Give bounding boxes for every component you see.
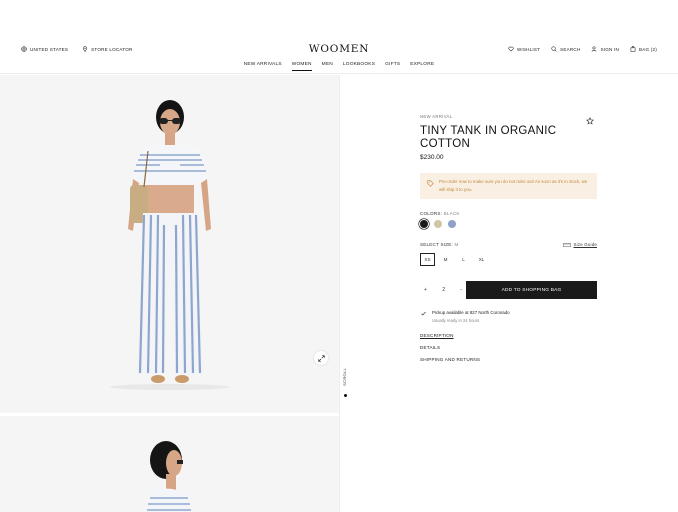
size-guide-link[interactable]: Size Guide bbox=[562, 242, 597, 247]
product-title: TINY TANK IN ORGANIC COTTON bbox=[420, 125, 557, 150]
add-to-bag-button[interactable]: ADD TO SHOPPING BAG bbox=[466, 281, 597, 299]
size-row: SELECT SIZE: M Size Guide bbox=[420, 242, 597, 247]
qty-increase-button[interactable]: + bbox=[424, 287, 427, 293]
pickup-info: Pickup available at 827 North Coronado U… bbox=[420, 310, 597, 323]
details-link[interactable]: DETAILS bbox=[420, 345, 597, 350]
preorder-text: Pre-order now to make sure you do not mi… bbox=[439, 179, 588, 192]
nav-men[interactable]: MEN bbox=[322, 62, 333, 71]
description-link[interactable]: DESCRIPTION bbox=[420, 333, 597, 338]
size-value: M bbox=[454, 242, 459, 247]
size-guide-label: Size Guide bbox=[573, 242, 597, 247]
purchase-row: + 2 - ADD TO SHOPPING BAG bbox=[420, 281, 597, 299]
star-icon[interactable] bbox=[586, 117, 594, 125]
nav-women[interactable]: WOMEN bbox=[291, 62, 312, 71]
expand-icon bbox=[317, 354, 325, 362]
qty-value: 2 bbox=[442, 287, 446, 293]
preorder-notice: Pre-order now to make sure you do not mi… bbox=[420, 173, 597, 199]
size-options: XS M L XL bbox=[420, 253, 597, 266]
product-photo-side bbox=[0, 416, 339, 512]
pickup-time: Usually ready in 24 hours bbox=[432, 318, 480, 323]
tag-icon bbox=[427, 180, 434, 187]
colors-label: COLORS: bbox=[420, 211, 443, 216]
expand-image-button[interactable] bbox=[314, 351, 328, 365]
colors-row: COLORS: BLACK bbox=[420, 211, 597, 216]
scroll-dot bbox=[344, 394, 347, 397]
column-divider bbox=[339, 75, 340, 512]
wishlist-label: WISHLIST bbox=[516, 46, 541, 52]
product-info: NEW ARRIVAL TINY TANK IN ORGANIC COTTON … bbox=[420, 114, 597, 369]
swatch-blue[interactable] bbox=[448, 220, 456, 228]
color-swatches bbox=[420, 220, 597, 228]
nav-lookbooks[interactable]: LOOKBOOKS bbox=[343, 62, 375, 71]
quantity-stepper: + 2 - bbox=[420, 281, 466, 299]
product-gallery bbox=[0, 75, 339, 512]
search-icon bbox=[551, 46, 557, 52]
swatch-black[interactable] bbox=[420, 220, 428, 228]
sign-in-label: SIGN IN bbox=[600, 46, 619, 52]
scroll-indicator: SCROLL bbox=[341, 368, 349, 400]
pickup-location: Pickup available at 827 North Coronado bbox=[432, 310, 510, 315]
nav-explore[interactable]: EXPLORE bbox=[410, 62, 434, 71]
size-xs[interactable]: XS bbox=[420, 253, 435, 266]
swatch-beige[interactable] bbox=[434, 220, 442, 228]
bag-link[interactable]: BAG (2) bbox=[630, 46, 657, 52]
bag-icon bbox=[630, 46, 636, 52]
size-l[interactable]: L bbox=[456, 253, 471, 266]
user-icon bbox=[592, 46, 597, 52]
shipping-returns-link[interactable]: SHIPPING AND RETURNS bbox=[420, 357, 597, 362]
search-button[interactable]: SEARCH bbox=[551, 46, 580, 52]
ruler-icon bbox=[562, 242, 571, 247]
search-label: SEARCH bbox=[560, 46, 581, 52]
product-eyebrow: NEW ARRIVAL bbox=[420, 114, 453, 119]
product-price: $230.00 bbox=[420, 154, 444, 161]
sign-in-link[interactable]: SIGN IN bbox=[591, 46, 619, 52]
nav-gifts[interactable]: GIFTS bbox=[385, 62, 400, 71]
wishlist-link[interactable]: WISHLIST bbox=[508, 46, 540, 52]
nav-new-arrivals[interactable]: NEW ARRIVALS bbox=[244, 62, 282, 71]
size-label: SELECT SIZE: bbox=[420, 242, 453, 247]
qty-decrease-button[interactable]: - bbox=[460, 287, 462, 293]
header-right-utilities: WISHLIST SEARCH SIGN IN BAG (2) bbox=[508, 46, 657, 52]
product-photo-front bbox=[0, 75, 339, 413]
scroll-label: SCROLL bbox=[342, 368, 347, 386]
site-header: UNITED STATES STORE LOCATOR WOOMEN WISHL… bbox=[0, 40, 678, 74]
bag-label: BAG (2) bbox=[639, 46, 657, 52]
check-icon bbox=[421, 311, 426, 316]
size-xl[interactable]: XL bbox=[474, 253, 489, 266]
info-links: DESCRIPTION DETAILS SHIPPING AND RETURNS bbox=[420, 333, 597, 362]
colors-value: BLACK bbox=[443, 211, 460, 216]
size-m[interactable]: M bbox=[438, 253, 453, 266]
heart-icon bbox=[508, 46, 514, 52]
main-nav: NEW ARRIVALS WOMEN MEN LOOKBOOKS GIFTS E… bbox=[0, 62, 678, 71]
